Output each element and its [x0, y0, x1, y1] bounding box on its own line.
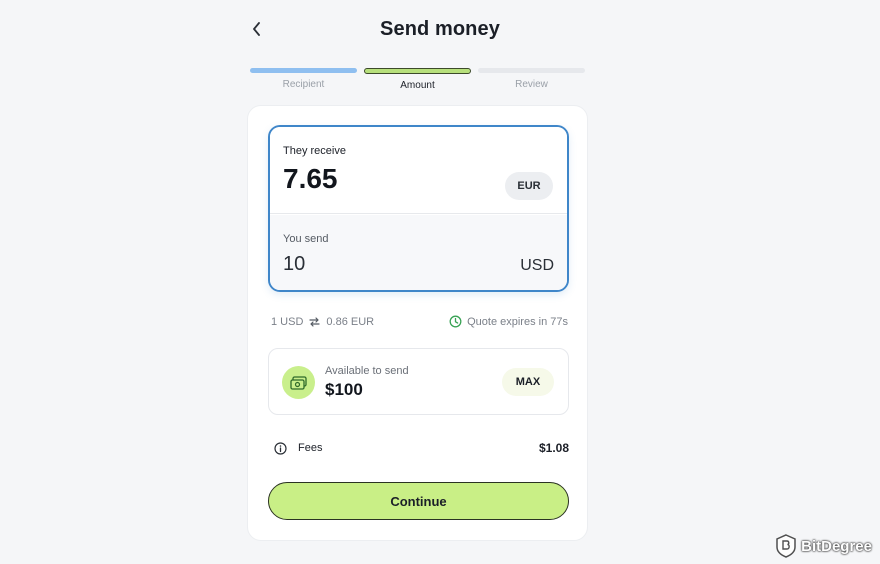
send-section[interactable]: You send 10 USD	[270, 215, 567, 290]
step-recipient: Recipient	[250, 68, 357, 91]
send-label: You send	[283, 233, 329, 245]
step-label-review: Review	[515, 79, 548, 90]
progress-stepper: Recipient Amount Review	[250, 68, 585, 91]
info-icon[interactable]	[274, 441, 287, 455]
rate-from: 1 USD	[271, 315, 304, 328]
quote-expiry: Quote expires in 77s	[449, 315, 568, 328]
available-label: Available to send	[325, 365, 409, 377]
amount-converter: They receive 7.65 EUR You send 10 USD	[268, 125, 569, 292]
receive-label: They receive	[283, 145, 346, 157]
fees-left: Fees	[274, 441, 323, 455]
receive-amount-input[interactable]: 7.65	[283, 163, 338, 195]
step-review: Review	[478, 68, 585, 91]
page-title: Send money	[380, 18, 500, 40]
step-label-recipient: Recipient	[282, 79, 325, 90]
step-amount: Amount	[364, 68, 471, 91]
fees-value: $1.08	[538, 441, 569, 455]
fees-row: Fees $1.08	[274, 441, 569, 455]
available-balance: Available to send $100 MAX	[268, 348, 569, 415]
bitdegree-logo-icon	[776, 534, 796, 558]
send-money-card: They receive 7.65 EUR You send 10 USD 1 …	[247, 105, 588, 541]
quote-expiry-text: Quote expires in 77s	[467, 315, 568, 328]
exchange-rate: 1 USD 0.86 EUR	[271, 316, 374, 328]
send-currency[interactable]: USD	[520, 257, 554, 275]
send-amount-input[interactable]: 10	[283, 253, 305, 276]
step-bar-recipient	[250, 68, 357, 73]
wallet-icon	[282, 366, 315, 399]
receive-section[interactable]: They receive 7.65 EUR	[270, 127, 567, 214]
receive-currency-selector[interactable]: EUR	[505, 172, 553, 200]
step-bar-review	[478, 68, 585, 73]
step-label-amount: Amount	[400, 80, 435, 91]
available-value: $100	[325, 380, 363, 399]
step-bar-amount	[364, 68, 471, 74]
watermark-text: BitDegree	[801, 537, 872, 555]
fees-label: Fees	[298, 442, 323, 454]
bitdegree-watermark: BitDegree	[775, 534, 872, 558]
rate-to: 0.86 EUR	[326, 315, 375, 328]
clock-icon	[449, 315, 462, 328]
max-button[interactable]: MAX	[502, 368, 554, 396]
continue-button[interactable]: Continue	[268, 482, 569, 520]
rate-row: 1 USD 0.86 EUR Quote expires in 77s	[271, 315, 568, 328]
swap-icon	[309, 316, 321, 327]
